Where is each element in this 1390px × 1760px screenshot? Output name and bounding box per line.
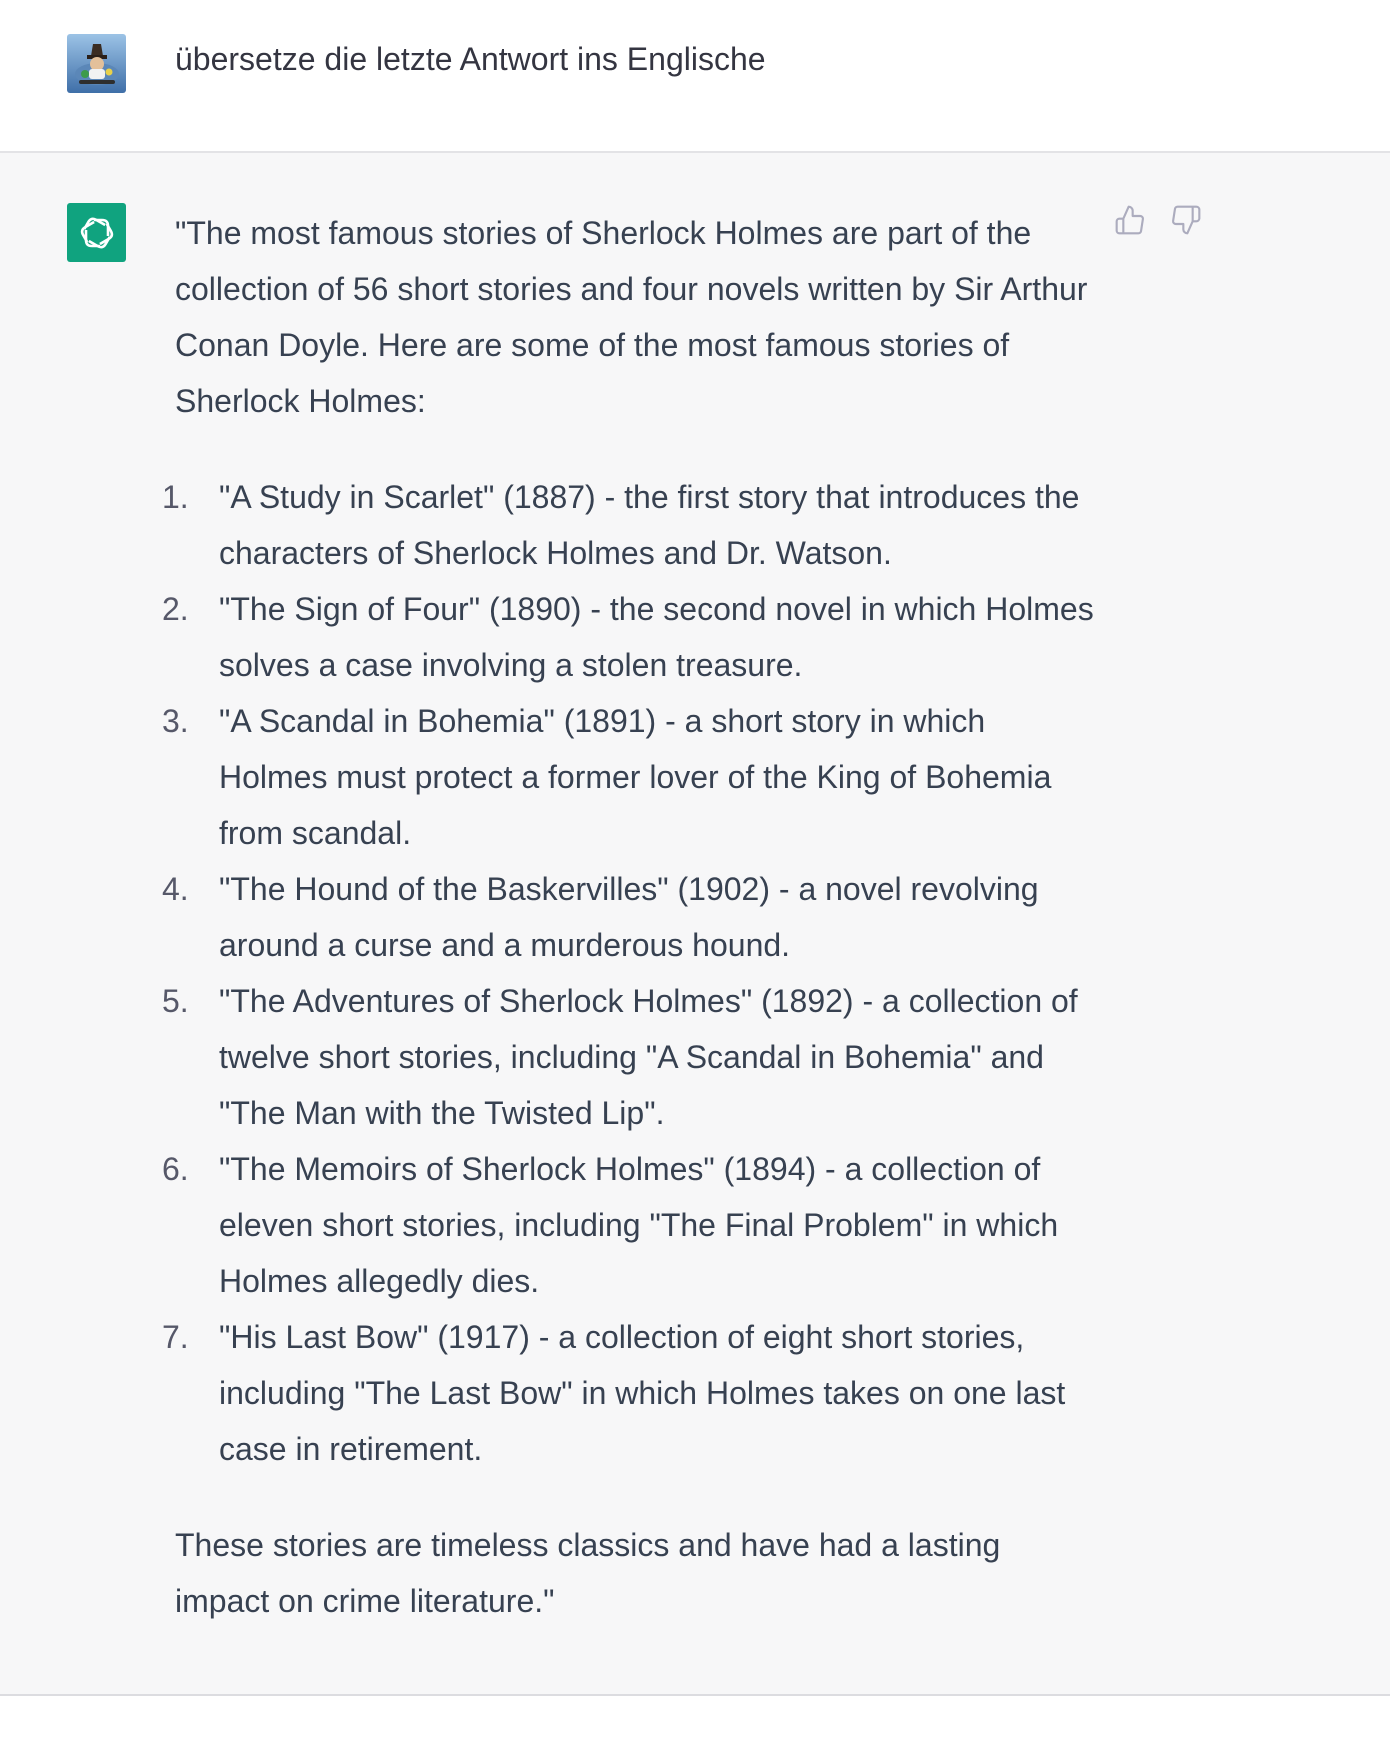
list-item-text: "The Hound of the Baskervilles" (1902) -… <box>219 871 1039 963</box>
list-item-text: "The Sign of Four" (1890) - the second n… <box>219 591 1094 683</box>
list-item: 4. "The Hound of the Baskervilles" (1902… <box>162 861 1100 973</box>
list-item-text: "A Scandal in Bohemia" (1891) - a short … <box>219 703 1052 851</box>
list-item-text: "His Last Bow" (1917) - a collection of … <box>219 1319 1066 1467</box>
assistant-intro-text: "The most famous stories of Sherlock Hol… <box>175 215 1088 419</box>
list-item-number: 3. <box>162 703 189 739</box>
list-item: 5. "The Adventures of Sherlock Holmes" (… <box>162 973 1100 1141</box>
user-message-row: übersetze die letzte Antwort ins Englisc… <box>0 0 1390 153</box>
list-item: 1. "A Study in Scarlet" (1887) - the fir… <box>162 469 1100 581</box>
user-avatar-icon <box>67 34 126 93</box>
list-item-number: 4. <box>162 871 189 907</box>
list-item-number: 2. <box>162 591 189 627</box>
list-item: 3. "A Scandal in Bohemia" (1891) - a sho… <box>162 693 1100 861</box>
thumbs-up-button[interactable] <box>1113 203 1147 237</box>
list-item: 7. "His Last Bow" (1917) - a collection … <box>162 1309 1100 1477</box>
list-item-number: 1. <box>162 479 189 515</box>
user-message-text: übersetze die letzte Antwort ins Englisc… <box>175 41 766 77</box>
list-item-number: 6. <box>162 1151 189 1187</box>
list-item-text: "A Study in Scarlet" (1887) - the first … <box>219 479 1080 571</box>
assistant-message-row: "The most famous stories of Sherlock Hol… <box>0 153 1390 1696</box>
thumbs-down-icon <box>1172 205 1201 235</box>
thumbs-down-button[interactable] <box>1169 203 1203 237</box>
feedback-buttons <box>1113 203 1203 237</box>
assistant-closing-text: These stories are timeless classics and … <box>175 1527 1001 1619</box>
assistant-message-content: "The most famous stories of Sherlock Hol… <box>162 205 1100 1629</box>
list-item-number: 5. <box>162 983 189 1019</box>
thumbs-up-icon <box>1115 205 1144 235</box>
list-item-text: "The Adventures of Sherlock Holmes" (189… <box>219 983 1078 1131</box>
list-item: 6. "The Memoirs of Sherlock Holmes" (189… <box>162 1141 1100 1309</box>
story-list: 1. "A Study in Scarlet" (1887) - the fir… <box>162 469 1100 1477</box>
list-item-number: 7. <box>162 1319 189 1355</box>
list-item: 2. "The Sign of Four" (1890) - the secon… <box>162 581 1100 693</box>
openai-logo-icon <box>67 203 126 262</box>
list-item-text: "The Memoirs of Sherlock Holmes" (1894) … <box>219 1151 1059 1299</box>
